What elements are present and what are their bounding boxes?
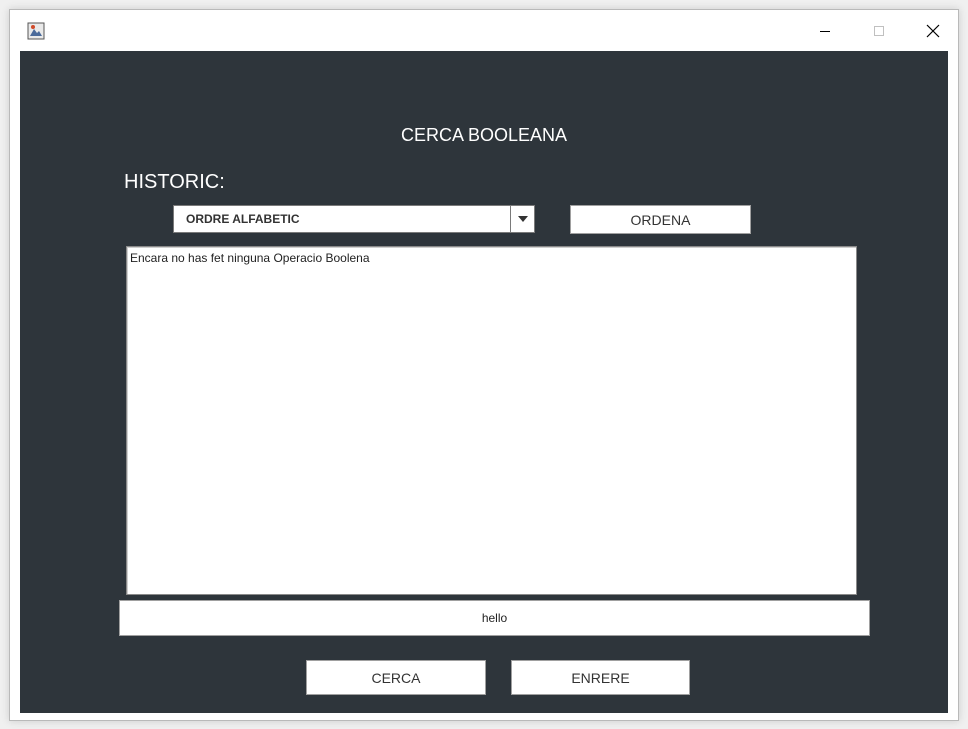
title-bar[interactable] <box>10 10 958 51</box>
history-text-area[interactable]: Encara no has fet ninguna Operacio Boole… <box>126 246 857 595</box>
sort-order-selected-value: ORDRE ALFABETIC <box>186 212 300 226</box>
minimize-button[interactable] <box>802 10 848 51</box>
maximize-button[interactable] <box>856 10 902 51</box>
java-app-icon <box>27 22 45 40</box>
search-button[interactable]: CERCA <box>306 660 486 695</box>
historic-label: HISTORIC: <box>124 171 225 193</box>
minimize-icon <box>820 30 830 32</box>
content-panel: CERCA BOOLEANA HISTORIC: ORDRE ALFABETIC… <box>20 51 948 713</box>
back-button[interactable]: ENRERE <box>511 660 690 695</box>
close-icon <box>926 24 940 37</box>
query-input[interactable]: hello <box>119 600 870 636</box>
chevron-down-icon <box>517 216 528 222</box>
maximize-icon <box>874 25 884 36</box>
sort-button[interactable]: ORDENA <box>570 205 751 234</box>
dropdown-arrow-button[interactable] <box>510 206 534 232</box>
close-button[interactable] <box>910 10 956 51</box>
page-title: CERCA BOOLEANA <box>400 125 568 145</box>
sort-order-select[interactable]: ORDRE ALFABETIC <box>173 205 535 233</box>
application-window: CERCA BOOLEANA HISTORIC: ORDRE ALFABETIC… <box>9 9 959 721</box>
